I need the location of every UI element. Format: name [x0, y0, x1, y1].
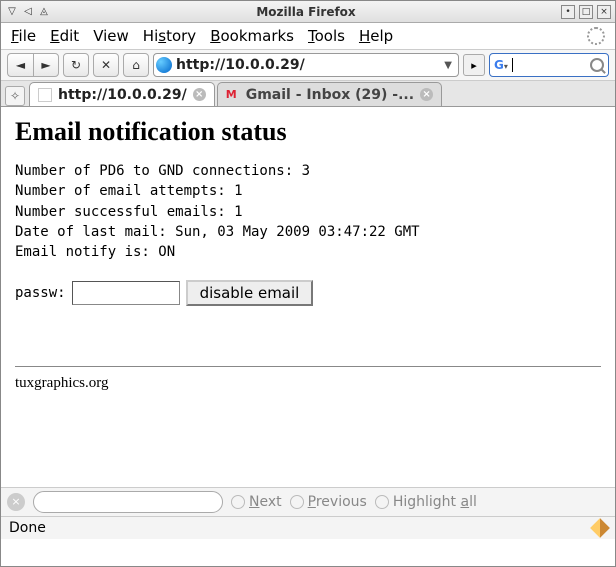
page-content: Email notification status Number of PD6 …	[1, 107, 615, 487]
reload-button[interactable]: ↻	[63, 53, 89, 77]
page-heading: Email notification status	[15, 117, 601, 147]
password-label: passw:	[15, 285, 66, 301]
throbber-icon	[587, 27, 605, 45]
back-button[interactable]: ◄	[7, 53, 33, 77]
window-title: Mozilla Firefox	[51, 5, 561, 19]
nav-toolbar: ◄ ► ↻ ✕ ⌂ http://10.0.0.29/ ▼ ▸ G▾	[1, 50, 615, 81]
favicon-generic-icon	[38, 88, 52, 102]
back-forward-group: ◄ ►	[7, 53, 59, 77]
search-bar[interactable]: G▾	[489, 53, 609, 77]
search-caret	[512, 58, 513, 72]
find-highlight-button[interactable]: Highlight all	[375, 494, 477, 510]
url-bar[interactable]: http://10.0.0.29/ ▼	[153, 53, 459, 77]
tab-active[interactable]: http://10.0.0.29/ ×	[29, 82, 215, 106]
highlight-icon	[375, 495, 389, 509]
find-input[interactable]	[33, 491, 223, 513]
menu-tools[interactable]: Tools	[308, 27, 345, 45]
go-button[interactable]: ▸	[463, 54, 485, 76]
url-dropdown-icon[interactable]: ▼	[440, 60, 456, 71]
password-input[interactable]	[72, 281, 180, 305]
find-bar: × Next Previous Highlight all	[1, 487, 615, 516]
menu-history[interactable]: History	[143, 27, 196, 45]
menu-view[interactable]: View	[93, 27, 129, 45]
home-button[interactable]: ⌂	[123, 53, 149, 77]
new-tab-button[interactable]: ✧	[5, 86, 25, 106]
forward-button[interactable]: ►	[33, 53, 59, 77]
window-menu-icon[interactable]: ▽	[5, 5, 19, 19]
tab-inactive[interactable]: M Gmail - Inbox (29) -... ×	[217, 82, 442, 106]
tab-label: http://10.0.0.29/	[58, 87, 187, 103]
footer-link[interactable]: tuxgraphics.org	[15, 375, 601, 392]
search-engine-icon[interactable]: G▾	[494, 58, 508, 72]
url-text: http://10.0.0.29/	[176, 57, 436, 73]
menu-help[interactable]: Help	[359, 27, 393, 45]
edit-status-icon[interactable]	[590, 518, 610, 538]
status-text: Done	[9, 520, 46, 536]
find-previous-button[interactable]: Previous	[290, 494, 367, 510]
search-icon[interactable]	[590, 58, 604, 72]
menubar: File Edit View History Bookmarks Tools H…	[1, 23, 615, 50]
match-case-icon[interactable]	[593, 494, 609, 510]
arrow-down-icon	[231, 495, 245, 509]
status-bar: Done	[1, 516, 615, 539]
minimize-button[interactable]: •	[561, 5, 575, 19]
separator	[15, 366, 601, 367]
menu-file[interactable]: File	[11, 27, 36, 45]
stop-button[interactable]: ✕	[93, 53, 119, 77]
site-identity-icon[interactable]	[156, 57, 172, 73]
tab-label: Gmail - Inbox (29) -...	[246, 87, 414, 103]
close-window-button[interactable]: ×	[597, 5, 611, 19]
disable-email-button[interactable]: disable email	[186, 280, 314, 306]
tab-close-button[interactable]: ×	[420, 88, 433, 101]
find-next-button[interactable]: Next	[231, 494, 282, 510]
password-form: passw: disable email	[15, 280, 601, 306]
tab-bar: ✧ http://10.0.0.29/ × M Gmail - Inbox (2…	[1, 81, 615, 107]
window-shade-icon[interactable]: ◁	[21, 5, 35, 19]
menu-bookmarks[interactable]: Bookmarks	[210, 27, 294, 45]
maximize-button[interactable]: □	[579, 5, 593, 19]
arrow-up-icon	[290, 495, 304, 509]
window-titlebar: ▽ ◁ ◬ Mozilla Firefox • □ ×	[1, 1, 615, 23]
window-pin-icon[interactable]: ◬	[37, 5, 51, 19]
favicon-gmail-icon: M	[226, 88, 240, 102]
tab-close-button[interactable]: ×	[193, 88, 206, 101]
findbar-close-button[interactable]: ×	[7, 493, 25, 511]
status-text-block: Number of PD6 to GND connections: 3 Numb…	[15, 161, 601, 262]
menu-edit[interactable]: Edit	[50, 27, 79, 45]
